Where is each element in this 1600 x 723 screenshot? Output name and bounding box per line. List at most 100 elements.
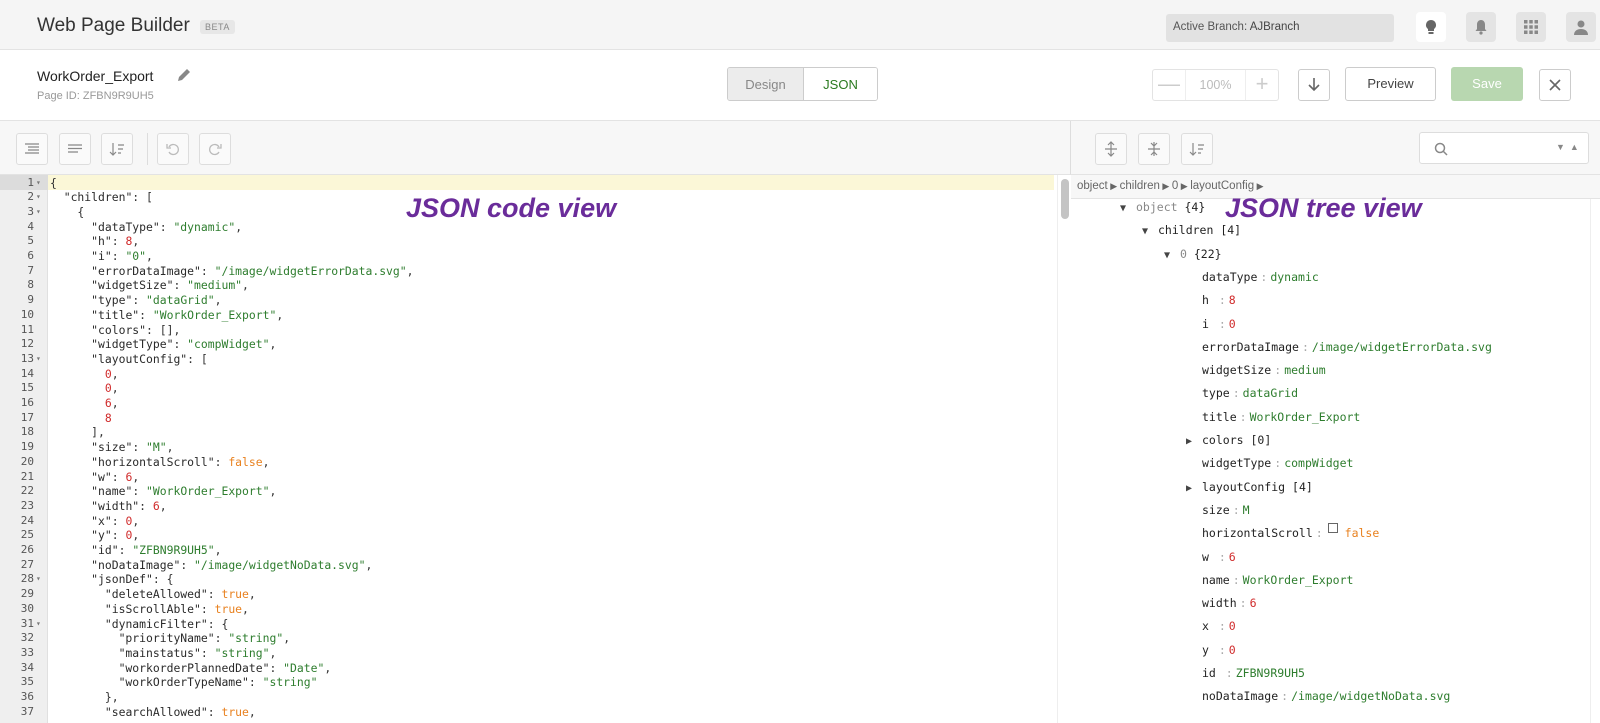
tree-node-value[interactable]: medium (1284, 363, 1326, 377)
fold-toggle-icon[interactable]: ▾ (36, 572, 41, 587)
collapse-toggle-icon[interactable]: ▼ (1120, 198, 1136, 220)
tab-design[interactable]: Design (728, 68, 804, 100)
tree-node-value[interactable]: dynamic (1270, 270, 1318, 284)
tree-node-value[interactable]: WorkOrder_Export (1243, 573, 1354, 587)
tree-node[interactable]: h :8 (1202, 289, 1236, 311)
sort-button[interactable] (101, 133, 133, 165)
tree-node[interactable]: noDataImage:/image/widgetNoData.svg (1202, 685, 1450, 707)
redo-button[interactable] (199, 133, 231, 165)
tree-node[interactable]: y :0 (1202, 639, 1236, 661)
editor-scrollbar[interactable] (1057, 175, 1071, 723)
line-number: 33 (20, 645, 34, 659)
tree-node-key: name (1202, 572, 1230, 587)
zoom-in-button[interactable]: + (1246, 70, 1278, 100)
code-text: "size": "M", (91, 440, 174, 455)
expand-toggle-icon[interactable]: ▶ (1186, 431, 1202, 453)
json-code-editor[interactable]: 1 ▾{2 ▾ "children": [3 ▾ {4 "dataType": "dy… (0, 175, 1071, 723)
tree-node-value[interactable]: /image/widgetErrorData.svg (1312, 340, 1492, 354)
user-profile-button[interactable] (1566, 12, 1596, 42)
fold-toggle-icon[interactable]: ▾ (36, 176, 41, 191)
code-text: "type": "dataGrid", (91, 293, 222, 308)
format-json-button[interactable] (16, 133, 48, 165)
collapse-all-button[interactable] (1138, 133, 1170, 165)
notifications-button[interactable] (1466, 12, 1496, 42)
fold-toggle-icon[interactable]: ▾ (36, 190, 41, 205)
tree-node-value[interactable]: 6 (1250, 596, 1257, 610)
tree-node-value[interactable]: 0 (1229, 643, 1236, 657)
tree-node-value[interactable]: 0 (1229, 619, 1236, 633)
line-number: 13 (20, 351, 34, 365)
tree-node[interactable]: ▼ 0 {22} (1164, 243, 1222, 265)
tree-node[interactable]: name: WorkOrder_Export (1202, 569, 1353, 591)
code-text: "workOrderTypeName": "string" (118, 675, 318, 690)
app-header: Web Page Builder BETA Active Branch: AJB… (0, 0, 1600, 50)
tree-node[interactable]: horizontalScroll: false (1202, 522, 1379, 544)
tree-search-input[interactable]: ▼▲ (1419, 132, 1589, 164)
line-number: 1 (27, 175, 34, 189)
tree-node[interactable]: widgetSize: medium (1202, 359, 1326, 381)
compact-json-button[interactable] (59, 133, 91, 165)
tree-sort-button[interactable] (1181, 133, 1213, 165)
tree-node-separator: : (1260, 269, 1268, 284)
tree-node[interactable]: id : ZFBN9R9UH5 (1202, 662, 1305, 684)
code-text: "colors": [], (91, 322, 181, 337)
breadcrumb-item[interactable]: children (1120, 180, 1160, 192)
apps-button[interactable] (1516, 12, 1546, 42)
tree-node-value[interactable]: 6 (1229, 550, 1236, 564)
breadcrumb-item[interactable]: layoutConfig (1190, 180, 1254, 192)
code-text: "layoutConfig": [ (91, 351, 208, 366)
tree-node-value[interactable]: false (1345, 526, 1380, 540)
tree-node[interactable]: errorDataImage:/image/widgetErrorData.sv… (1202, 336, 1492, 358)
tree-node[interactable]: title: WorkOrder_Export (1202, 406, 1360, 428)
preview-button[interactable]: Preview (1345, 67, 1436, 101)
beta-badge: BETA (200, 20, 235, 34)
tree-node[interactable]: w :6 (1202, 546, 1236, 568)
fold-toggle-icon[interactable]: ▾ (36, 617, 41, 632)
boolean-checkbox[interactable] (1327, 523, 1338, 534)
tree-node[interactable]: ▶ layoutConfig [4] (1186, 476, 1313, 498)
tree-node-count: [4] (1285, 479, 1313, 494)
tree-node-value[interactable]: dataGrid (1243, 386, 1298, 400)
tab-json[interactable]: JSON (804, 68, 877, 100)
close-button[interactable] (1539, 69, 1571, 101)
scrollbar-thumb[interactable] (1061, 179, 1069, 219)
code-text: "children": [ (63, 190, 153, 205)
tree-node[interactable]: x :0 (1202, 615, 1236, 637)
expand-all-button[interactable] (1095, 133, 1127, 165)
tree-node-value[interactable]: compWidget (1284, 456, 1353, 470)
tree-node[interactable]: ▼ object {4} (1120, 196, 1205, 218)
tree-node[interactable]: type: dataGrid (1202, 382, 1298, 404)
tree-node[interactable]: size: M (1202, 499, 1250, 521)
code-text: "width": 6, (91, 498, 167, 513)
fold-toggle-icon[interactable]: ▾ (36, 205, 41, 220)
zoom-out-button[interactable]: — (1153, 70, 1185, 100)
save-button[interactable]: Save (1451, 67, 1523, 101)
pencil-icon[interactable] (177, 68, 191, 87)
tree-node-value[interactable]: 0 (1229, 317, 1236, 331)
search-nav-arrows-icon[interactable]: ▼▲ (1556, 142, 1584, 152)
tree-node-value[interactable]: WorkOrder_Export (1250, 410, 1361, 424)
collapse-toggle-icon[interactable]: ▼ (1142, 221, 1158, 243)
tree-node-value[interactable]: M (1243, 503, 1250, 517)
tree-node-count: {4} (1177, 200, 1206, 214)
tree-node[interactable]: dataType: dynamic (1202, 266, 1319, 288)
tree-node[interactable]: width:6 (1202, 592, 1257, 614)
tree-node-value[interactable]: 8 (1229, 293, 1236, 307)
apps-grid-icon (1524, 20, 1538, 34)
expand-toggle-icon[interactable]: ▶ (1186, 478, 1202, 500)
breadcrumb-item[interactable]: object (1077, 180, 1108, 192)
code-text: "id": "ZFBN9R9UH5", (91, 543, 222, 557)
tree-node-value[interactable]: /image/widgetNoData.svg (1291, 689, 1450, 703)
active-branch-selector[interactable]: Active Branch: AJBranch (1166, 14, 1394, 42)
collapse-toggle-icon[interactable]: ▼ (1164, 245, 1180, 267)
lightbulb-button[interactable] (1416, 12, 1446, 42)
undo-button[interactable] (157, 133, 189, 165)
tree-node[interactable]: i :0 (1202, 313, 1236, 335)
tree-node[interactable]: ▶ colors [0] (1186, 429, 1271, 451)
tree-scrollbar[interactable] (1590, 199, 1600, 723)
tree-node-value[interactable]: ZFBN9R9UH5 (1236, 666, 1305, 680)
download-button[interactable] (1298, 69, 1330, 101)
tree-node[interactable]: widgetType: compWidget (1202, 452, 1353, 474)
fold-toggle-icon[interactable]: ▾ (36, 352, 41, 367)
line-number: 30 (20, 601, 34, 615)
